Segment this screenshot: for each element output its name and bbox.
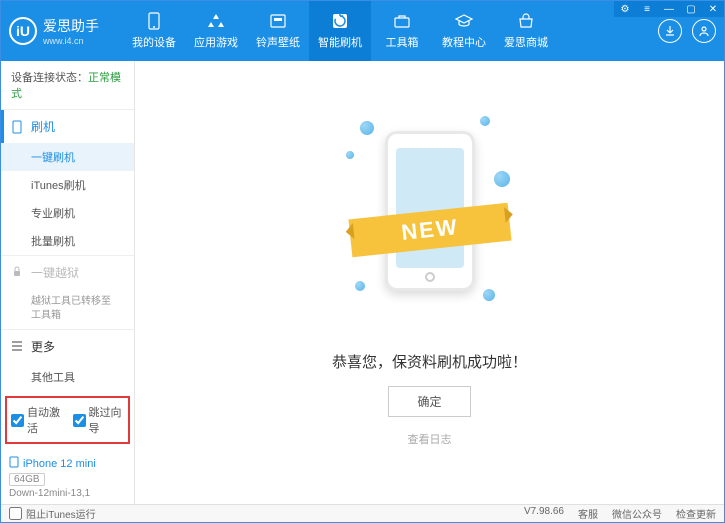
device-info[interactable]: iPhone 12 mini 64GB Down-12mini-13,1 — [1, 450, 134, 505]
app-site: www.i4.cn — [43, 36, 99, 46]
nav-flash[interactable]: 智能刷机 — [309, 1, 371, 61]
main-content: NEW 恭喜您，保资料刷机成功啦！ 确定 查看日志 — [135, 61, 724, 505]
sidebar: 设备连接状态：正常模式 刷机 一键刷机 iTunes刷机 专业刷机 批量刷机 一… — [1, 61, 135, 505]
nav-tutorials[interactable]: 教程中心 — [433, 1, 495, 61]
wallpaper-icon — [268, 12, 288, 30]
menu-icon[interactable]: ≡ — [636, 1, 658, 17]
footer: 阻止iTunes运行 V7.98.66 客服 微信公众号 检查更新 — [1, 504, 724, 522]
nav-apps[interactable]: 应用游戏 — [185, 1, 247, 61]
ok-button[interactable]: 确定 — [388, 386, 470, 417]
store-icon — [516, 12, 536, 30]
view-log-link[interactable]: 查看日志 — [408, 431, 452, 447]
logo-icon: iU — [9, 17, 37, 45]
new-ribbon: NEW — [348, 203, 511, 258]
checkbox-auto-activate[interactable]: 自动激活 — [11, 404, 63, 436]
device-name: iPhone 12 mini — [9, 456, 126, 471]
sidebar-head-more[interactable]: 更多 — [1, 330, 134, 363]
nav-toolbox[interactable]: 工具箱 — [371, 1, 433, 61]
nav-ringtones[interactable]: 铃声壁纸 — [247, 1, 309, 61]
nav-store[interactable]: 爱思商城 — [495, 1, 557, 61]
download-icon[interactable] — [658, 19, 682, 43]
logo[interactable]: iU 爱思助手 www.i4.cn — [9, 16, 123, 46]
version-label: V7.98.66 — [524, 506, 564, 521]
top-nav: 我的设备 应用游戏 铃声壁纸 智能刷机 工具箱 教程中心 爱思商城 — [123, 1, 658, 61]
close-icon[interactable]: ✕ — [702, 1, 724, 17]
graduation-icon — [454, 12, 474, 30]
footer-support[interactable]: 客服 — [578, 506, 598, 521]
device-model: Down-12mini-13,1 — [9, 488, 126, 499]
sidebar-item-batch-flash[interactable]: 批量刷机 — [1, 227, 134, 255]
toolbox-icon — [392, 12, 412, 30]
success-message: 恭喜您，保资料刷机成功啦！ — [332, 351, 527, 372]
footer-check-update[interactable]: 检查更新 — [676, 506, 716, 521]
device-phone-icon — [9, 456, 19, 471]
app-name: 爱思助手 — [43, 16, 99, 36]
checkbox-skip-setup[interactable]: 跳过向导 — [73, 404, 125, 436]
jailbreak-note: 越狱工具已转移至 工具箱 — [1, 289, 134, 329]
header-actions — [658, 19, 716, 43]
window-controls: ⚙ ≡ — ▢ ✕ — [614, 1, 724, 17]
maximize-icon[interactable]: ▢ — [680, 1, 702, 17]
refresh-icon — [330, 12, 350, 30]
sidebar-item-itunes-flash[interactable]: iTunes刷机 — [1, 171, 134, 199]
phone-small-icon — [11, 120, 25, 134]
user-icon[interactable] — [692, 19, 716, 43]
nav-my-device[interactable]: 我的设备 — [123, 1, 185, 61]
options-highlight: 自动激活 跳过向导 — [5, 396, 130, 444]
sidebar-head-flash[interactable]: 刷机 — [1, 110, 134, 143]
device-storage: 64GB — [9, 473, 45, 486]
connection-status: 设备连接状态：正常模式 — [1, 61, 134, 109]
success-illustration: NEW — [340, 111, 520, 311]
minimize-icon[interactable]: — — [658, 1, 680, 17]
sidebar-item-oneclick-flash[interactable]: 一键刷机 — [1, 143, 134, 171]
footer-wechat[interactable]: 微信公众号 — [612, 506, 662, 521]
more-icon — [11, 340, 25, 354]
checkbox-block-itunes[interactable]: 阻止iTunes运行 — [9, 506, 96, 521]
phone-icon — [144, 12, 164, 30]
sidebar-item-pro-flash[interactable]: 专业刷机 — [1, 199, 134, 227]
sidebar-head-jailbreak: 一键越狱 — [1, 256, 134, 289]
settings-icon[interactable]: ⚙ — [614, 1, 636, 17]
apps-icon — [206, 12, 226, 30]
sidebar-item-other-tools[interactable]: 其他工具 — [1, 363, 134, 390]
lock-icon — [11, 266, 25, 280]
